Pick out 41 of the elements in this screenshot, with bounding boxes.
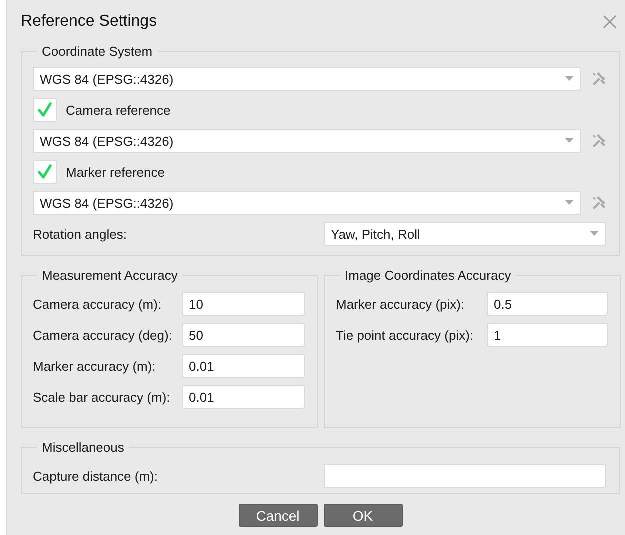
field-label: Marker accuracy (pix): bbox=[336, 296, 466, 312]
checkmark-icon bbox=[37, 102, 53, 118]
dropdown-arrow-icon bbox=[565, 200, 574, 206]
tools-icon[interactable] bbox=[591, 195, 607, 211]
group-title: Measurement Accuracy bbox=[41, 268, 179, 283]
input-field[interactable]: 0.5 bbox=[487, 292, 608, 316]
dialog-button[interactable]: OK bbox=[324, 504, 402, 527]
input-field[interactable]: 50 bbox=[182, 323, 305, 347]
input-field[interactable]: 10 bbox=[182, 292, 305, 316]
dropdown-arrow-icon bbox=[565, 138, 574, 144]
group-title: Image Coordinates Accuracy bbox=[344, 268, 512, 283]
checkbox-label: Marker reference bbox=[66, 164, 165, 180]
dropdown[interactable]: WGS 84 (EPSG::4326) bbox=[33, 67, 581, 91]
field-label: Tie point accuracy (pix): bbox=[336, 328, 475, 342]
close-button[interactable] bbox=[603, 15, 617, 29]
field-label: Rotation angles: bbox=[33, 226, 128, 242]
group-title: Miscellaneous bbox=[41, 440, 126, 455]
dropdown[interactable]: Yaw, Pitch, Roll bbox=[324, 222, 606, 246]
field-label: Camera accuracy (m): bbox=[33, 296, 163, 312]
dropdown-arrow-icon bbox=[565, 76, 574, 82]
field-label: Marker accuracy (m): bbox=[33, 358, 157, 374]
dropdown-arrow-icon bbox=[590, 231, 599, 237]
input-field[interactable]: 1 bbox=[487, 323, 608, 347]
checkbox[interactable] bbox=[33, 98, 57, 122]
dropdown[interactable]: WGS 84 (EPSG::4326) bbox=[33, 129, 581, 153]
field-label: Scale bar accuracy (m): bbox=[33, 390, 172, 404]
group-title: Coordinate System bbox=[41, 44, 154, 59]
field-label: Capture distance (m): bbox=[33, 468, 159, 484]
tools-icon[interactable] bbox=[591, 71, 607, 87]
checkmark-icon bbox=[37, 164, 53, 180]
dialog-button[interactable]: Cancel bbox=[238, 504, 318, 527]
tools-icon[interactable] bbox=[591, 133, 607, 149]
checkbox[interactable] bbox=[33, 160, 57, 184]
input-field[interactable]: 0.01 bbox=[182, 385, 305, 409]
input-field[interactable] bbox=[324, 464, 606, 488]
input-field[interactable]: 0.01 bbox=[182, 354, 305, 378]
checkbox-label: Camera reference bbox=[66, 102, 171, 118]
dropdown[interactable]: WGS 84 (EPSG::4326) bbox=[33, 191, 581, 215]
field-label: Camera accuracy (deg): bbox=[33, 328, 174, 342]
close-icon bbox=[603, 15, 617, 29]
window-title: Reference Settings bbox=[21, 13, 158, 31]
